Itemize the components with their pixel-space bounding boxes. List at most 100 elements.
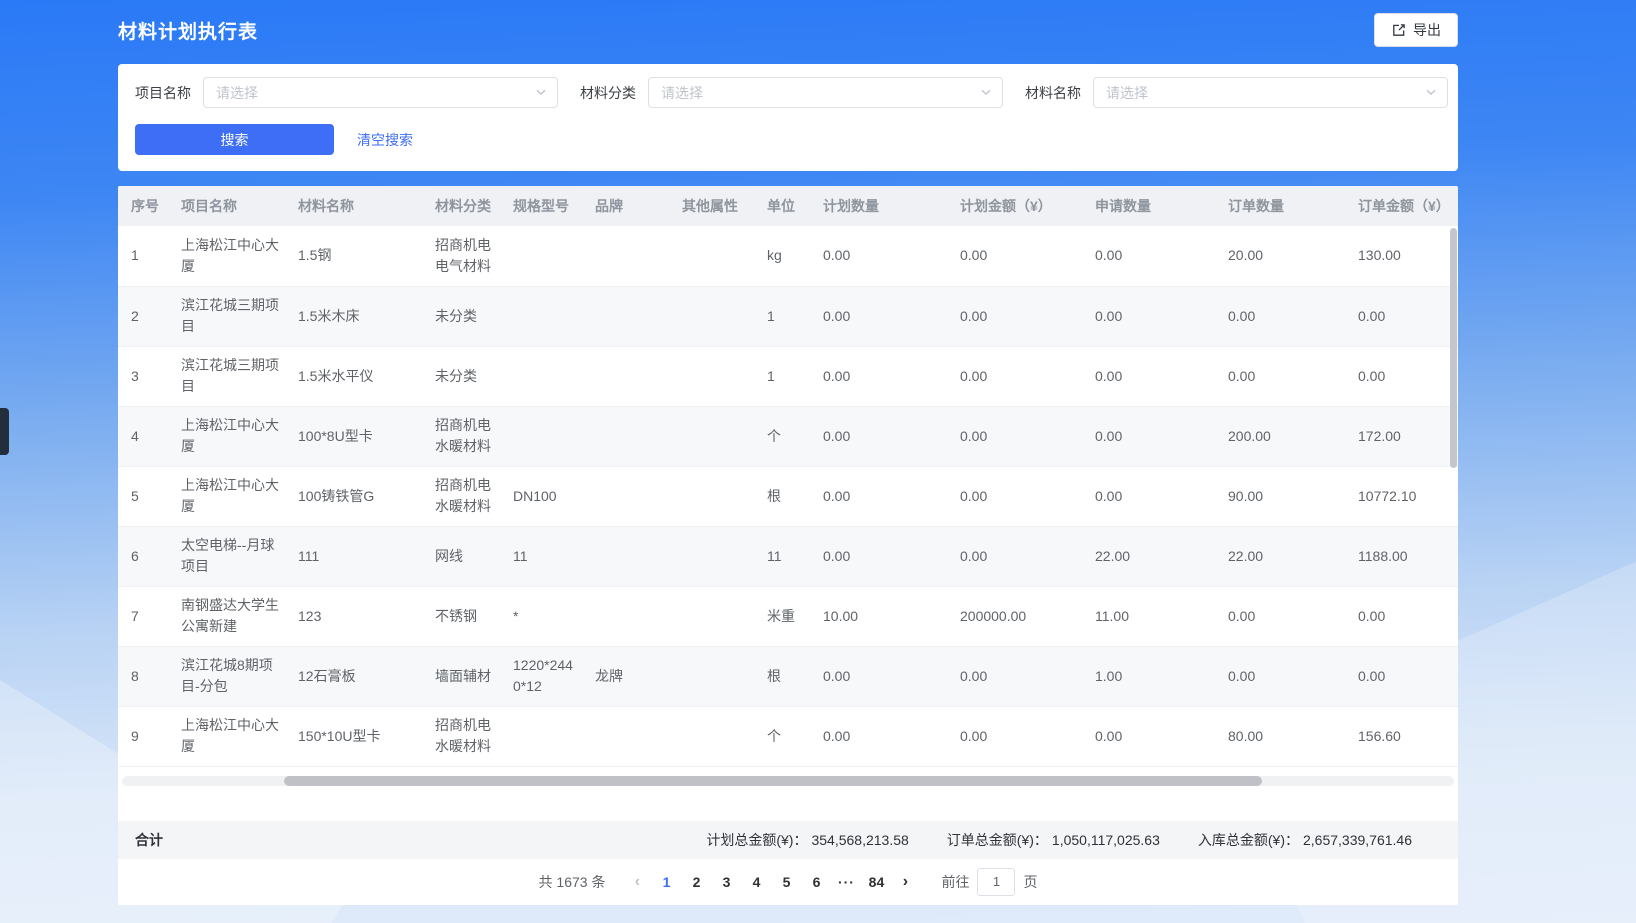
column-header: 其他属性 — [672, 186, 757, 226]
table-cell: 1.5钢 — [288, 226, 425, 286]
table-cell: 22.00 — [1085, 526, 1218, 586]
table-cell: 1 — [118, 226, 171, 286]
table-cell: 3 — [118, 346, 171, 406]
table-cell — [503, 286, 585, 346]
table-cell: 0.00 — [1218, 346, 1348, 406]
table-cell — [503, 346, 585, 406]
page-number-3[interactable]: 3 — [711, 874, 741, 890]
table-cell: 7 — [118, 586, 171, 646]
table-row[interactable]: 4上海松江中心大厦100*8U型卡招商机电水暖材料个0.000.000.0020… — [118, 406, 1458, 466]
column-header: 品牌 — [585, 186, 672, 226]
filter-field-2: 材料分类请选择 — [580, 77, 1003, 108]
table-cell: 0.00 — [950, 346, 1085, 406]
drawer-handle[interactable] — [0, 408, 9, 455]
table-cell — [672, 706, 757, 766]
page-background: 材料计划执行表 导出 项目名称请选择材料分类请选择材料名称请选择 搜索 清空搜索 — [0, 0, 1636, 923]
table-cell — [503, 406, 585, 466]
table-cell: 南钢盛达大学生公寓新建 — [171, 586, 288, 646]
table-cell: 11.00 — [1085, 586, 1218, 646]
table-cell: 2 — [118, 286, 171, 346]
table-cell — [585, 466, 672, 526]
table-cell — [672, 226, 757, 286]
filter-field-3: 材料名称请选择 — [1025, 77, 1448, 108]
table-cell: 0.00 — [950, 706, 1085, 766]
table-cell: 0.00 — [950, 646, 1085, 706]
table-row[interactable]: 3滨江花城三期项目1.5米水平仪未分类10.000.000.000.000.00 — [118, 346, 1458, 406]
table-row[interactable]: 5上海松江中心大厦100铸铁管G招商机电水暖材料DN100根0.000.000.… — [118, 466, 1458, 526]
filter-select[interactable]: 请选择 — [203, 77, 558, 108]
table-cell: 根 — [757, 466, 813, 526]
table-cell: 0.00 — [813, 406, 950, 466]
summary-item: 入库总金额(¥)：2,657,339,761.46 — [1198, 830, 1412, 850]
pagination-total-count: 共 1673 条 — [539, 872, 606, 892]
table-cell — [672, 406, 757, 466]
filter-select[interactable]: 请选择 — [1093, 77, 1448, 108]
page-number-1[interactable]: 1 — [651, 874, 681, 890]
table-cell: 0.00 — [950, 526, 1085, 586]
table-cell: 0.00 — [813, 346, 950, 406]
page-number-6[interactable]: 6 — [801, 874, 831, 890]
page-number-4[interactable]: 4 — [741, 874, 771, 890]
table-cell: 1188.00 — [1348, 526, 1458, 586]
export-icon — [1391, 23, 1406, 38]
table-cell: 130.00 — [1348, 226, 1458, 286]
table-cell: 0.00 — [1085, 406, 1218, 466]
table-cell — [672, 526, 757, 586]
table-cell: 6 — [118, 526, 171, 586]
table-cell: 招商机电水暖材料 — [425, 466, 503, 526]
table-cell: 上海松江中心大厦 — [171, 466, 288, 526]
page-number-2[interactable]: 2 — [681, 874, 711, 890]
table-cell: 0.00 — [1218, 286, 1348, 346]
table-cell: 0.00 — [813, 706, 950, 766]
table-cell: 0.00 — [950, 286, 1085, 346]
filter-select[interactable]: 请选择 — [648, 77, 1003, 108]
table-cell: 1.00 — [1085, 646, 1218, 706]
summary-item: 计划总金额(¥)：354,568,213.58 — [706, 830, 908, 850]
export-button[interactable]: 导出 — [1374, 13, 1458, 47]
table-cell: 1.5米木床 — [288, 286, 425, 346]
main-content: 材料计划执行表 导出 项目名称请选择材料分类请选择材料名称请选择 搜索 清空搜索 — [118, 0, 1458, 905]
search-button[interactable]: 搜索 — [135, 124, 334, 155]
next-page-button[interactable]: › — [891, 873, 919, 891]
table-cell: 0.00 — [950, 406, 1085, 466]
column-header: 订单数量 — [1218, 186, 1348, 226]
table-cell: DN100 — [503, 466, 585, 526]
clear-search-link[interactable]: 清空搜索 — [357, 130, 413, 150]
table-cell — [672, 466, 757, 526]
table-cell: 9 — [118, 706, 171, 766]
table-row[interactable]: 7南钢盛达大学生公寓新建123不锈钢*米重10.00200000.0011.00… — [118, 586, 1458, 646]
table-cell: 150*10U型卡 — [288, 706, 425, 766]
filter-field-1: 项目名称请选择 — [135, 77, 558, 108]
table-row[interactable]: 8滨江花城8期项目-分包12石膏板墙面辅材1220*2440*12龙牌根0.00… — [118, 646, 1458, 706]
column-header: 序号 — [118, 186, 171, 226]
table-row[interactable]: 6太空电梯--月球项目111网线11110.000.0022.0022.0011… — [118, 526, 1458, 586]
table-cell: 22.00 — [1218, 526, 1348, 586]
chevron-down-icon — [980, 85, 992, 101]
vertical-scrollbar-thumb[interactable] — [1450, 228, 1457, 468]
horizontal-scrollbar-thumb[interactable] — [284, 776, 1262, 786]
table-cell: 100*8U型卡 — [288, 406, 425, 466]
table-scroll-area — [118, 767, 1458, 821]
table-cell — [585, 286, 672, 346]
goto-page-control: 前往 页 — [941, 868, 1037, 896]
table-cell — [585, 586, 672, 646]
table-cell: 10.00 — [813, 586, 950, 646]
prev-page-button[interactable]: ‹ — [623, 873, 651, 891]
page-number-5[interactable]: 5 — [771, 874, 801, 890]
top-bar: 材料计划执行表 导出 — [118, 0, 1458, 52]
more-pages-icon[interactable]: ··· — [831, 874, 861, 890]
table-cell: kg — [757, 226, 813, 286]
table-cell: 0.00 — [1348, 586, 1458, 646]
table-cell: 未分类 — [425, 346, 503, 406]
table-row[interactable]: 2滨江花城三期项目1.5米木床未分类10.000.000.000.000.00 — [118, 286, 1458, 346]
page-number-84[interactable]: 84 — [861, 874, 891, 890]
table-cell: 123 — [288, 586, 425, 646]
goto-page-input[interactable] — [977, 868, 1015, 896]
table-row[interactable]: 9上海松江中心大厦150*10U型卡招商机电水暖材料个0.000.000.008… — [118, 706, 1458, 766]
table-cell: 0.00 — [1085, 226, 1218, 286]
table-cell: 滨江花城三期项目 — [171, 286, 288, 346]
table-row[interactable]: 1上海松江中心大厦1.5钢招商机电电气材料kg0.000.000.0020.00… — [118, 226, 1458, 286]
table-cell: 100铸铁管G — [288, 466, 425, 526]
table-cell: 招商机电电气材料 — [425, 226, 503, 286]
table-cell: 0.00 — [813, 646, 950, 706]
